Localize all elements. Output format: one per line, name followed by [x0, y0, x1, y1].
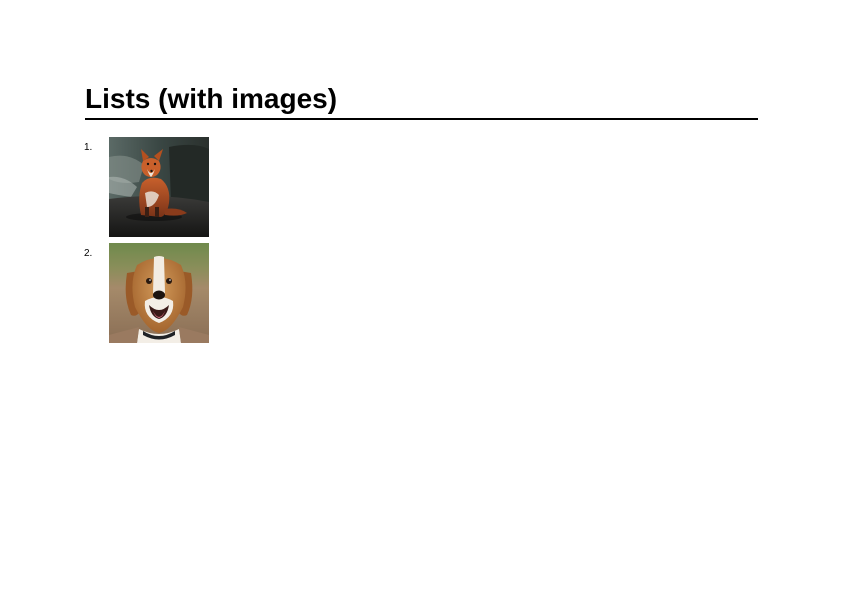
title-underline	[85, 118, 758, 120]
beagle-image	[109, 243, 209, 343]
fox-image	[109, 137, 209, 237]
page-title: Lists (with images)	[85, 83, 338, 114]
list-item-number: 1.	[84, 142, 93, 153]
list-item-number: 2.	[84, 248, 93, 259]
